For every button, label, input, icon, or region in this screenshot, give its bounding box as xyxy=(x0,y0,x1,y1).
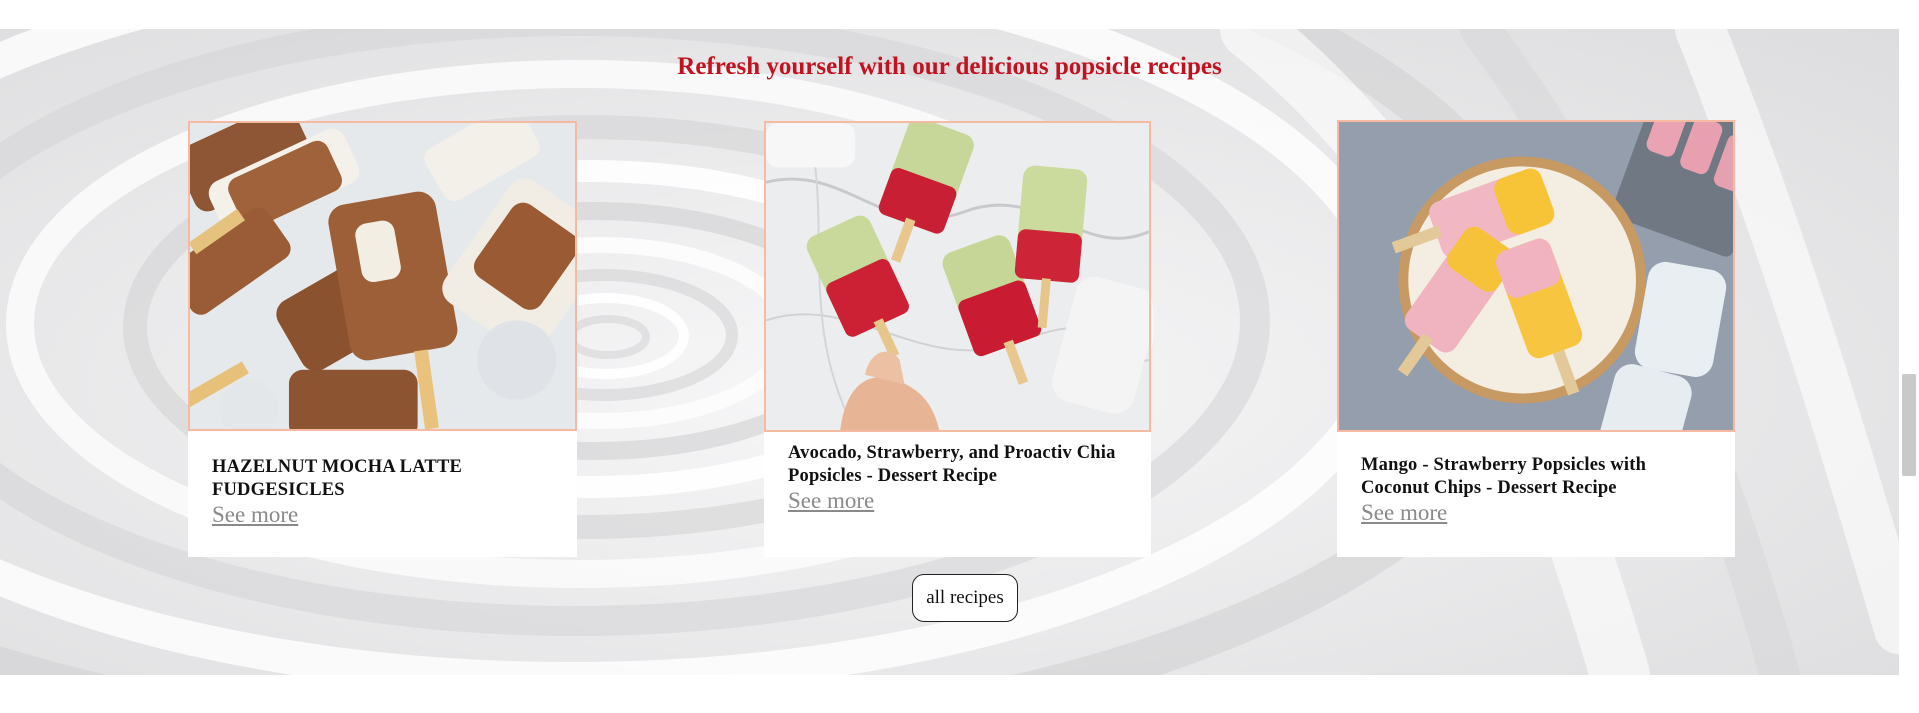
page: Refresh yourself with our delicious pops… xyxy=(0,0,1919,713)
popsicle-photo-icon xyxy=(190,123,575,429)
scrollbar-track[interactable] xyxy=(1899,0,1919,713)
card-body: Mango - Strawberry Popsicles with Coconu… xyxy=(1361,454,1711,526)
see-more-link[interactable]: See more xyxy=(788,488,874,514)
popsicle-photo-icon xyxy=(766,123,1149,430)
recipe-card[interactable]: Avocado, Strawberry, and Proactiv Chia P… xyxy=(764,121,1151,557)
recipe-image[interactable] xyxy=(1337,120,1735,432)
recipe-card[interactable]: Mango - Strawberry Popsicles with Coconu… xyxy=(1337,120,1735,557)
card-body: HAZELNUT MOCHA LATTE FUDGESICLES See mor… xyxy=(212,456,553,528)
recipe-title[interactable]: Mango - Strawberry Popsicles with Coconu… xyxy=(1361,454,1711,500)
scrollbar-thumb[interactable] xyxy=(1902,374,1916,476)
recipe-card[interactable]: HAZELNUT MOCHA LATTE FUDGESICLES See mor… xyxy=(188,121,577,557)
recipe-image[interactable] xyxy=(764,121,1151,432)
all-recipes-button[interactable]: all recipes xyxy=(912,574,1018,622)
recipe-image[interactable] xyxy=(188,121,577,431)
see-more-link[interactable]: See more xyxy=(1361,500,1447,526)
section-title: Refresh yourself with our delicious pops… xyxy=(677,53,1222,80)
popsicle-recipes-section: Refresh yourself with our delicious pops… xyxy=(0,29,1899,675)
card-body: Avocado, Strawberry, and Proactiv Chia P… xyxy=(788,442,1127,514)
popsicle-photo-icon xyxy=(1339,122,1733,430)
recipe-title[interactable]: HAZELNUT MOCHA LATTE FUDGESICLES xyxy=(212,456,553,502)
see-more-link[interactable]: See more xyxy=(212,502,298,528)
recipe-title[interactable]: Avocado, Strawberry, and Proactiv Chia P… xyxy=(788,442,1127,488)
